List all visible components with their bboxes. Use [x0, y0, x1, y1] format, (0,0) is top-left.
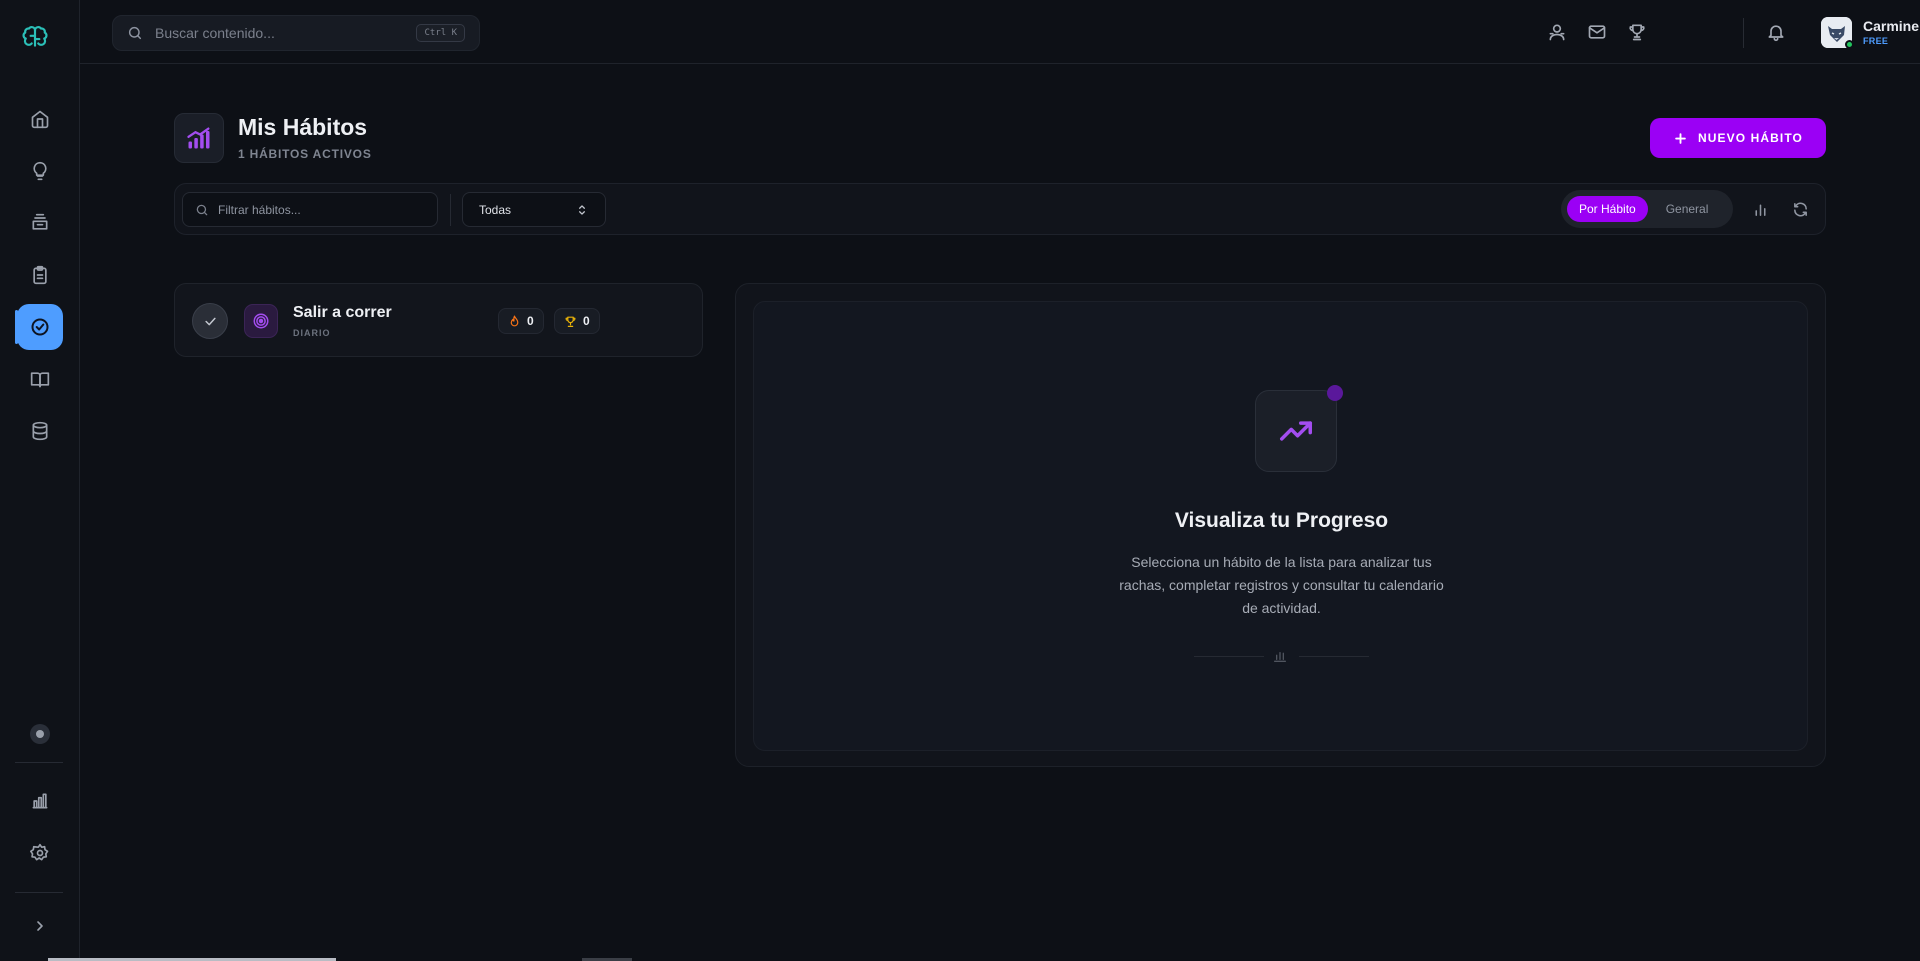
divider-left — [1194, 656, 1264, 657]
inbox-stack-icon — [32, 213, 48, 230]
book-icon — [30, 372, 50, 388]
new-habit-label: NUEVO HÁBITO — [1698, 131, 1803, 145]
sidebar-item-clipboard[interactable] — [17, 252, 63, 298]
habits-chart-icon — [174, 113, 224, 163]
search-icon — [196, 204, 208, 215]
filter-bar: Filtrar hábitos... Todas Por Hábito Gene… — [174, 183, 1826, 235]
toggle-general[interactable]: General — [1654, 196, 1721, 222]
habit-filter-input[interactable]: Filtrar hábitos... — [182, 192, 438, 227]
habit-card[interactable]: Salir a correr DIARIO 0 0 — [174, 283, 703, 357]
empty-state-title: Visualiza tu Progreso — [1174, 509, 1389, 532]
sidebar-divider — [15, 762, 63, 763]
bar-chart-icon[interactable] — [1752, 201, 1769, 218]
sidebar — [0, 0, 80, 961]
habit-complete-button[interactable] — [192, 303, 228, 339]
friends-icon[interactable] — [1547, 22, 1567, 42]
sidebar-divider — [15, 892, 63, 893]
home-icon — [31, 110, 49, 129]
sidebar-item-inbox[interactable] — [17, 200, 63, 246]
database-icon — [32, 421, 48, 441]
best-streak-badge: 0 — [554, 308, 600, 334]
sidebar-expand-button[interactable] — [17, 903, 63, 949]
sidebar-item-stats[interactable] — [17, 778, 63, 824]
empty-state-description: Selecciona un hábito de la lista para an… — [1119, 554, 1444, 616]
divider-right — [1299, 656, 1369, 657]
search-icon — [128, 26, 142, 40]
streak-badge: 0 — [498, 308, 544, 334]
flame-icon — [510, 314, 519, 326]
trophy-icon[interactable] — [1627, 22, 1647, 42]
plus-icon — [1675, 132, 1686, 144]
bell-icon[interactable] — [1766, 22, 1786, 42]
target-icon — [244, 304, 278, 338]
refresh-icon[interactable] — [1792, 201, 1809, 218]
page-title: Mis Hábitos — [238, 114, 368, 140]
new-habit-button[interactable]: NUEVO HÁBITO — [1650, 118, 1826, 158]
status-dot[interactable] — [30, 724, 50, 744]
global-search[interactable]: Buscar contenido... Ctrl K — [112, 15, 480, 51]
user-plan-badge: FREE — [1863, 36, 1889, 46]
view-toggle: Por Hábito General — [1561, 190, 1733, 228]
progress-panel: Visualiza tu Progreso Selecciona un hábi… — [735, 283, 1826, 767]
lightbulb-icon — [33, 161, 47, 181]
sidebar-item-habits[interactable] — [17, 304, 63, 350]
brain-logo-icon[interactable] — [22, 25, 58, 61]
clipboard-icon — [33, 265, 47, 285]
sidebar-item-book[interactable] — [17, 356, 63, 402]
search-shortcut: Ctrl K — [416, 24, 465, 42]
empty-state: Visualiza tu Progreso Selecciona un hábi… — [753, 301, 1808, 751]
sidebar-item-ideas[interactable] — [17, 148, 63, 194]
streak-count: 0 — [527, 314, 534, 328]
sidebar-item-database[interactable] — [17, 408, 63, 454]
gear-icon — [30, 843, 49, 861]
check-icon — [204, 317, 216, 325]
bar-chart-icon — [1272, 648, 1288, 664]
mail-icon[interactable] — [1587, 22, 1607, 42]
page-subtitle: 1 HÁBITOS ACTIVOS — [238, 147, 372, 161]
search-placeholder[interactable]: Buscar contenido... — [155, 25, 416, 41]
sidebar-item-settings[interactable] — [17, 830, 63, 876]
glow-dot — [1327, 385, 1343, 401]
chevron-up-down-icon — [579, 204, 585, 215]
bar-chart-icon — [32, 793, 48, 809]
toggle-por-habito[interactable]: Por Hábito — [1567, 196, 1648, 222]
topbar: Buscar contenido... Ctrl K Carmine Bern.… — [80, 0, 1920, 64]
sidebar-item-home[interactable] — [17, 96, 63, 142]
trend-bars-icon — [187, 127, 210, 149]
topbar-divider — [1743, 18, 1744, 48]
category-select[interactable]: Todas — [462, 192, 606, 227]
category-selected: Todas — [479, 202, 512, 217]
trophy-icon — [565, 316, 576, 327]
filter-divider — [450, 194, 451, 226]
best-streak-count: 0 — [583, 314, 590, 328]
habit-filter-placeholder: Filtrar hábitos... — [218, 202, 301, 217]
habit-name: Salir a correr — [293, 304, 392, 321]
chevron-right-icon — [37, 921, 43, 931]
user-name[interactable]: Carmine Bern... — [1863, 18, 1920, 34]
trending-up-icon — [1255, 390, 1337, 472]
habit-frequency: DIARIO — [293, 328, 331, 338]
online-status-dot — [1845, 40, 1854, 49]
check-circle-icon — [31, 318, 49, 336]
